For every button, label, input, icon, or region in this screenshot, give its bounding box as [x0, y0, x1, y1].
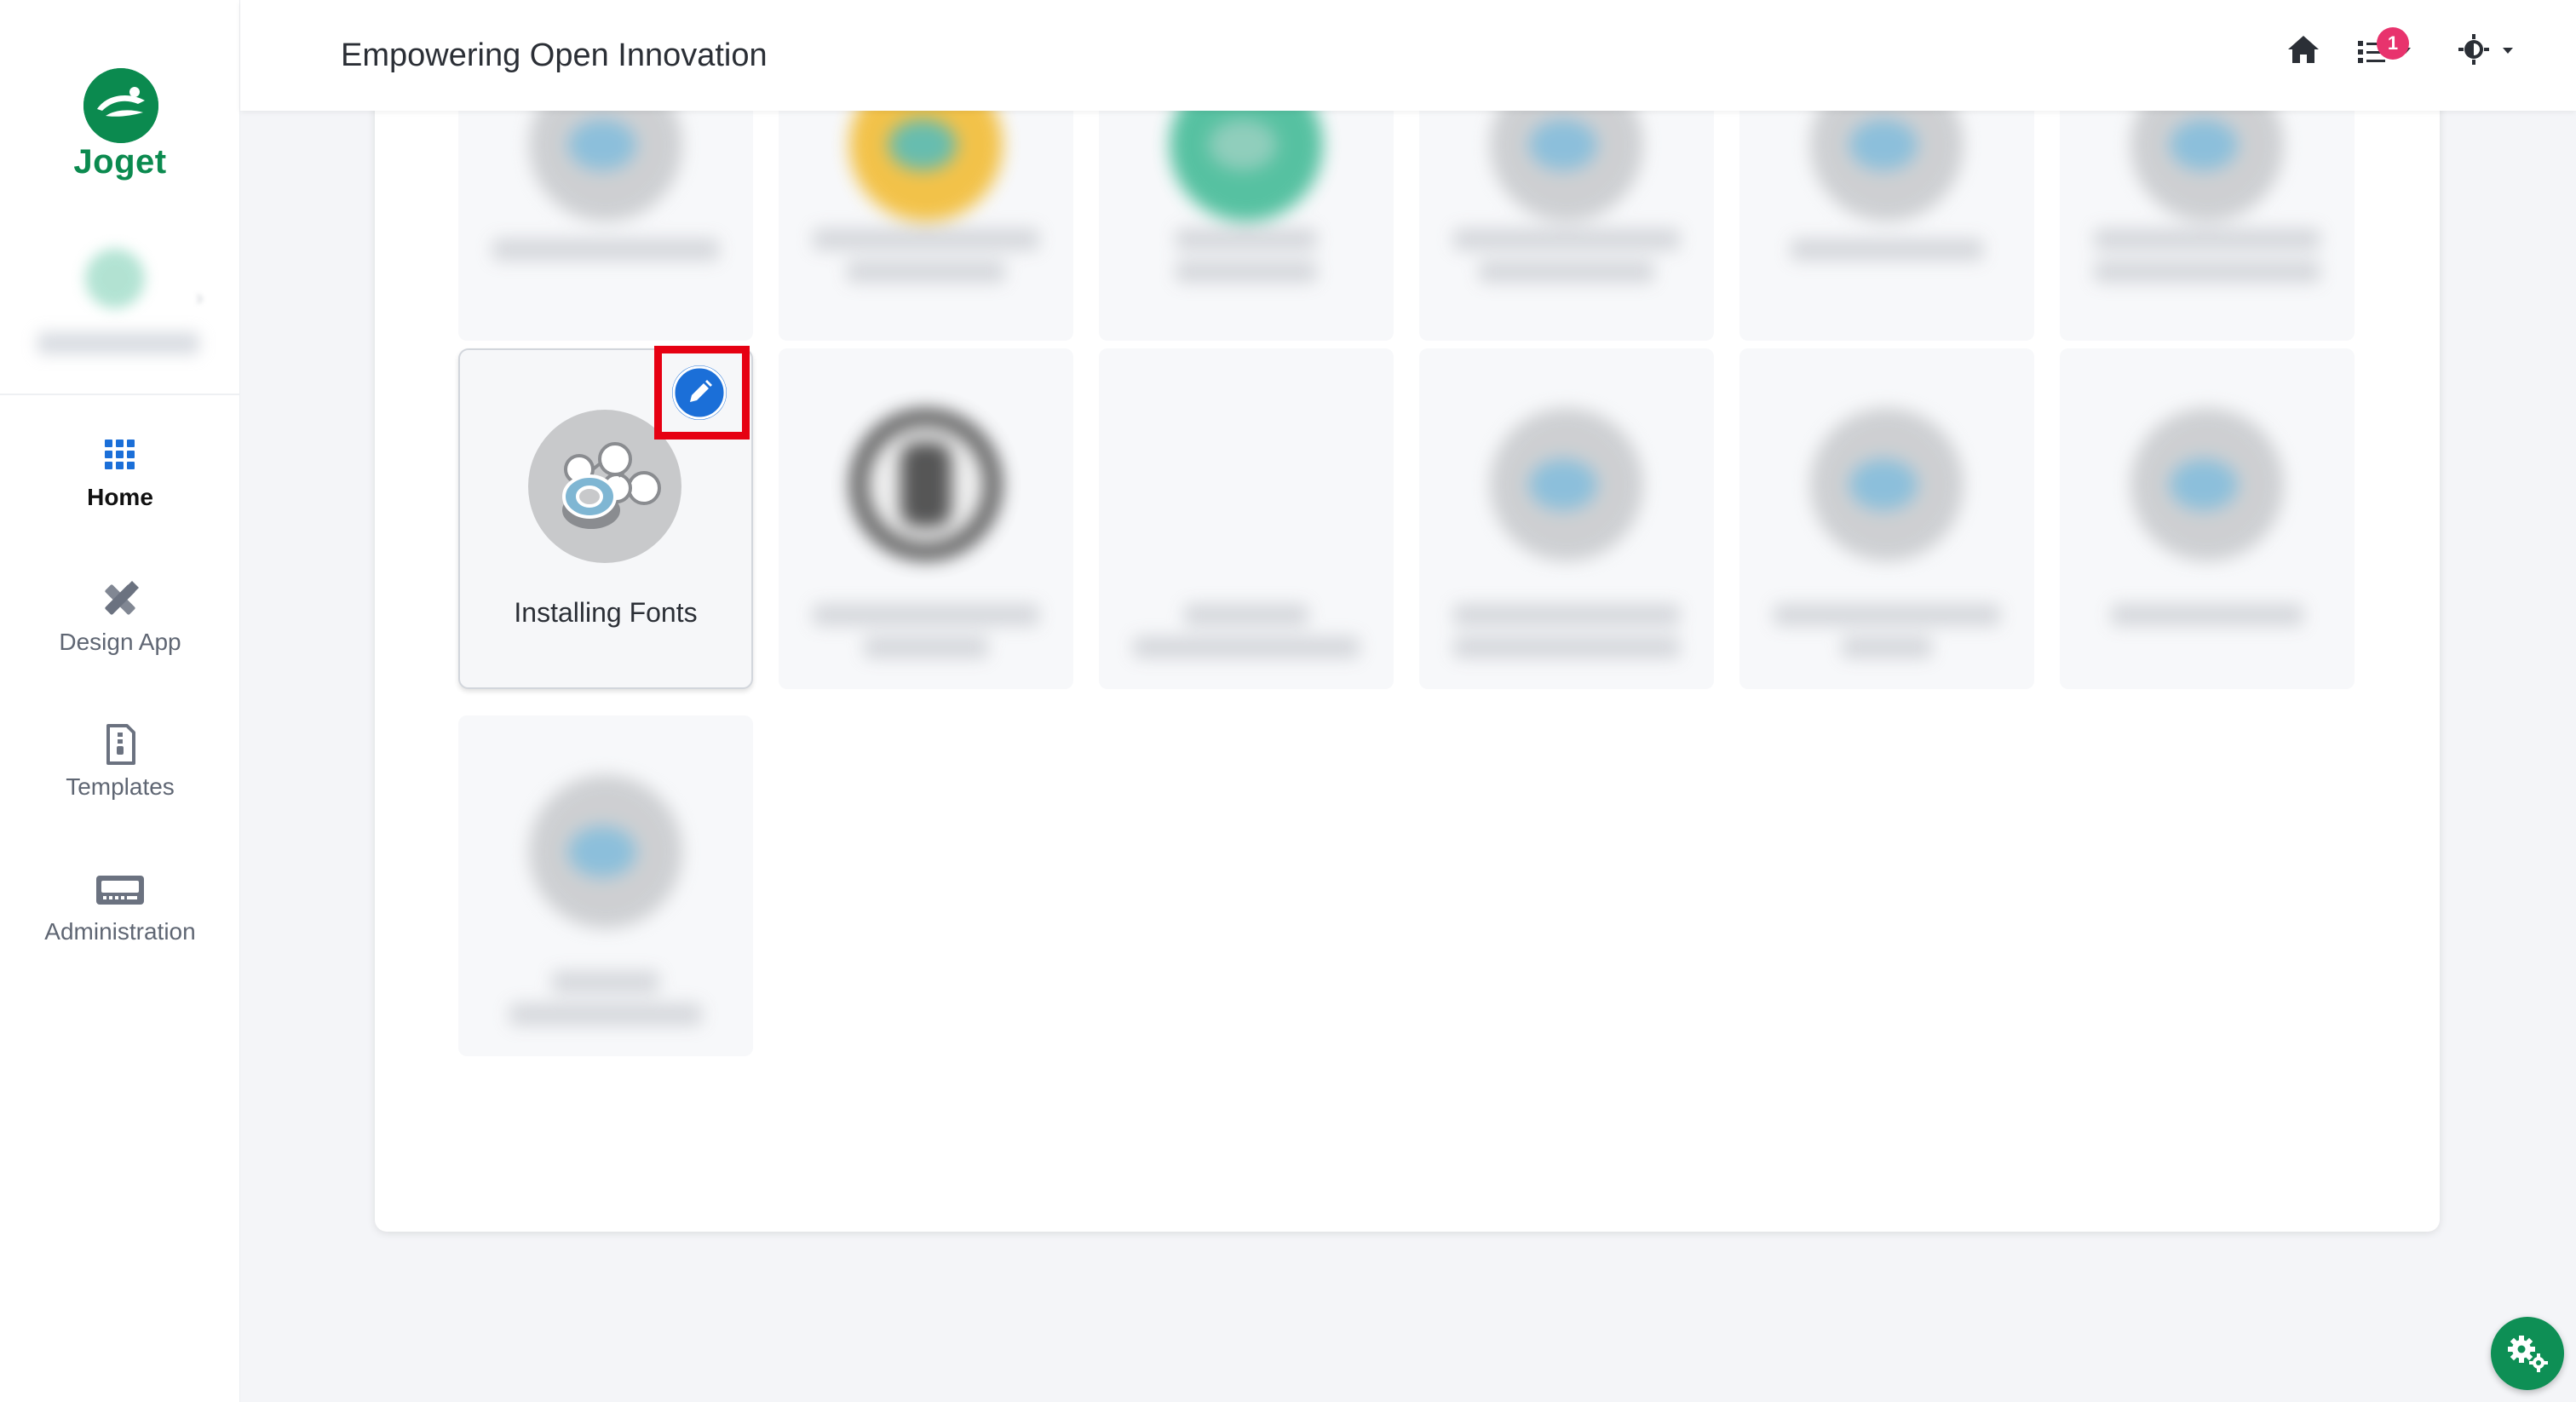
app-tile[interactable] — [1099, 348, 1394, 689]
notification-badge: 1 — [2377, 27, 2409, 60]
app-tile[interactable] — [1419, 348, 1714, 689]
floating-settings-button[interactable] — [2491, 1317, 2564, 1390]
sidebar-item-templates[interactable]: Templates — [0, 719, 240, 847]
chevron-right-icon[interactable]: › — [196, 284, 204, 311]
brightness-icon — [2458, 34, 2513, 65]
design-tools-icon — [95, 574, 146, 625]
app-tile[interactable] — [779, 348, 1073, 689]
sidebar-item-label: Templates — [66, 773, 175, 800]
template-file-icon — [95, 719, 146, 770]
gears-icon — [2508, 1336, 2548, 1372]
admin-console-icon — [95, 864, 146, 915]
brand-name: Joget — [73, 143, 167, 181]
sidebar-item-administration[interactable]: Administration — [0, 864, 240, 991]
edit-app-button[interactable] — [672, 365, 727, 420]
sidebar-divider — [0, 394, 240, 395]
theme-toggle-button[interactable] — [2458, 31, 2527, 75]
pencil-icon — [672, 365, 727, 420]
app-name: Installing Fonts — [514, 597, 698, 628]
home-button[interactable] — [2285, 31, 2322, 75]
joget-logo-icon — [83, 68, 158, 143]
sidebar-item-home[interactable]: Home — [0, 429, 240, 557]
sidebar-item-label: Administration — [44, 918, 196, 945]
page-title: Empowering Open Innovation — [341, 37, 768, 73]
app-tile[interactable] — [1739, 348, 2034, 689]
top-bar: Empowering Open Innovation 1 — [240, 0, 2576, 111]
grid-icon — [95, 429, 146, 480]
sidebar-item-design-app[interactable]: Design App — [0, 574, 240, 702]
home-icon — [2288, 36, 2319, 63]
app-tile[interactable] — [458, 715, 753, 1056]
sidebar-item-label: Home — [87, 484, 153, 510]
user-profile[interactable]: › — [0, 245, 240, 373]
sidebar-item-label: Design App — [59, 629, 181, 655]
app-grid-card: Installing Fonts — [375, 51, 2440, 1232]
avatar — [85, 249, 145, 308]
user-name-placeholder — [37, 332, 199, 354]
app-tile[interactable] — [2060, 348, 2355, 689]
joget-logo[interactable]: Joget — [0, 63, 240, 191]
sidebar: Joget › Home Design App Templates Admini… — [0, 0, 240, 1402]
